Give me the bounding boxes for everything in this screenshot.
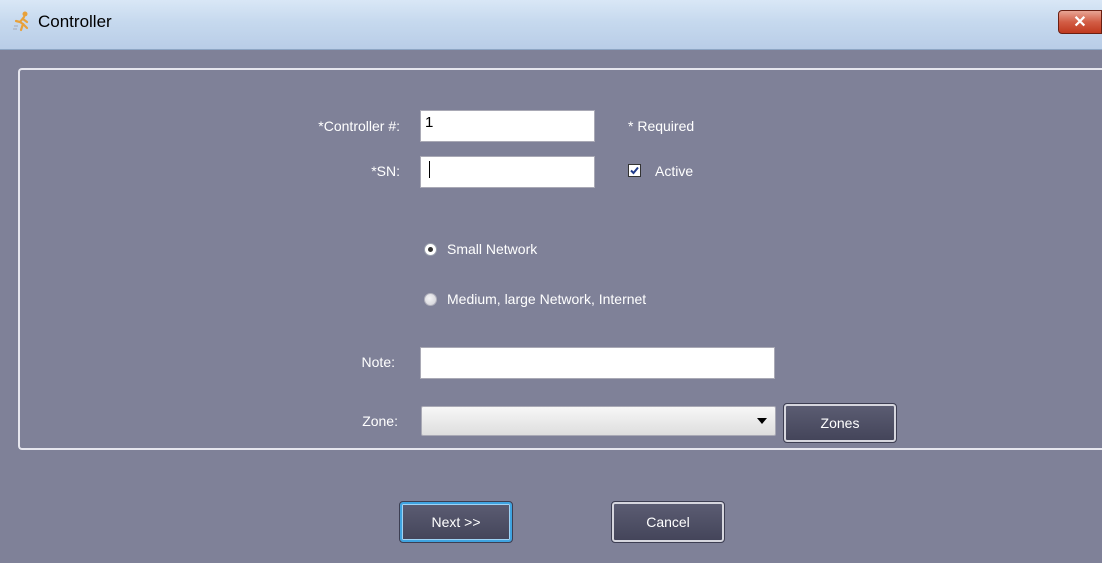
controller-number-input[interactable]: 1 [420,110,595,142]
note-label: Note: [361,354,395,370]
title-bar: Controller ✕ [0,0,1102,50]
sn-label: *SN: [371,163,400,179]
cancel-button-label: Cancel [646,514,690,530]
dropdown-arrow-icon [757,418,767,424]
app-running-man-icon [13,11,29,32]
medium-large-network-label: Medium, large Network, Internet [447,291,647,307]
zone-label: Zone: [362,413,398,429]
text-caret [429,160,430,178]
zones-button-label: Zones [820,415,860,431]
window-title: Controller [38,12,112,31]
checkmark-icon [630,166,639,175]
zones-button[interactable]: Zones [783,403,897,443]
small-network-label: Small Network [447,241,538,257]
medium-large-network-radio[interactable] [424,293,437,306]
required-note: * Required [628,118,695,134]
zone-select[interactable] [421,406,776,436]
note-input[interactable] [420,347,775,379]
close-button[interactable]: ✕ [1058,10,1102,34]
next-button[interactable]: Next >> [399,501,513,543]
active-label: Active [655,163,694,179]
controller-number-value: 1 [425,114,434,131]
controller-number-label: *Controller #: [318,118,400,134]
active-checkbox[interactable] [628,164,641,177]
close-icon: ✕ [1073,14,1087,31]
sn-input[interactable] [420,156,595,188]
cancel-button[interactable]: Cancel [611,501,725,543]
next-button-label: Next >> [431,514,481,530]
small-network-radio[interactable] [424,243,437,256]
